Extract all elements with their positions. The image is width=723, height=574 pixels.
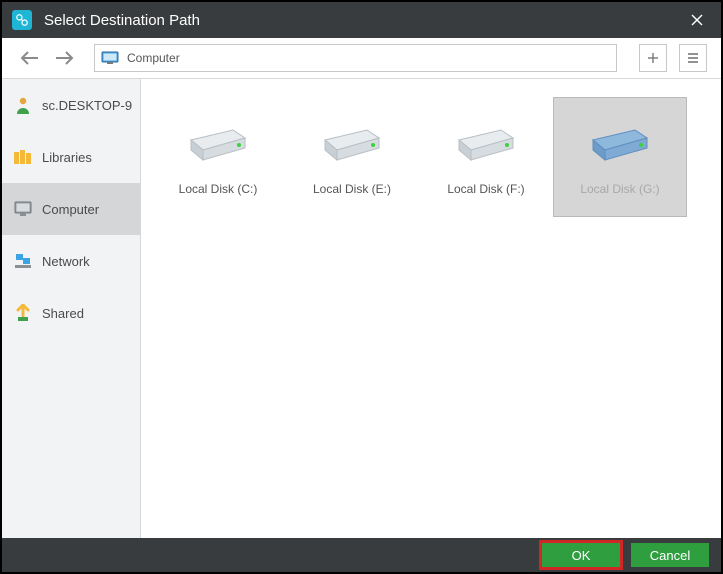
dialog-window: Select Destination Path Computer: [0, 0, 723, 574]
toolbar: Computer: [2, 38, 721, 79]
libraries-icon: [14, 148, 32, 166]
network-icon: [14, 252, 32, 270]
disk-label: Local Disk (C:): [179, 182, 258, 196]
disk-label: Local Disk (E:): [313, 182, 391, 196]
view-list-button[interactable]: [679, 44, 707, 72]
sidebar-item-label: Computer: [42, 202, 99, 217]
sidebar-item-shared[interactable]: Shared: [2, 287, 140, 339]
sidebar-item-libraries[interactable]: Libraries: [2, 131, 140, 183]
back-button[interactable]: [16, 44, 44, 72]
body: sc.DESKTOP-9 Libraries Computer Network: [2, 79, 721, 538]
close-icon: [691, 14, 703, 26]
computer-icon: [14, 200, 32, 218]
cancel-button[interactable]: Cancel: [631, 543, 709, 567]
ok-highlight: OK: [539, 540, 623, 570]
ok-button[interactable]: OK: [542, 543, 620, 567]
content-area: Local Disk (C:) Local Disk (E:): [141, 79, 721, 538]
disk-item-c[interactable]: Local Disk (C:): [151, 97, 285, 217]
disk-icon: [317, 118, 387, 168]
close-button[interactable]: [675, 2, 719, 38]
disk-label: Local Disk (G:): [580, 182, 659, 196]
arrow-left-icon: [20, 50, 40, 66]
shared-icon: [14, 304, 32, 322]
sidebar-item-label: Network: [42, 254, 90, 269]
disk-icon: [585, 118, 655, 168]
sidebar-item-label: sc.DESKTOP-9: [42, 98, 132, 113]
disk-item-f[interactable]: Local Disk (F:): [419, 97, 553, 217]
sidebar-item-desktop[interactable]: sc.DESKTOP-9: [2, 79, 140, 131]
disk-icon: [183, 118, 253, 168]
path-text: Computer: [127, 51, 180, 65]
sidebar-item-computer[interactable]: Computer: [2, 183, 140, 235]
dialog-title: Select Destination Path: [44, 12, 675, 29]
app-icon: [12, 10, 32, 30]
disk-icon: [451, 118, 521, 168]
user-icon: [14, 96, 32, 114]
new-folder-button[interactable]: [639, 44, 667, 72]
disk-label: Local Disk (F:): [447, 182, 524, 196]
computer-icon: [101, 51, 119, 65]
sidebar: sc.DESKTOP-9 Libraries Computer Network: [2, 79, 141, 538]
disk-item-g[interactable]: Local Disk (G:): [553, 97, 687, 217]
sidebar-item-label: Libraries: [42, 150, 92, 165]
disk-grid: Local Disk (C:) Local Disk (E:): [151, 97, 711, 217]
titlebar: Select Destination Path: [2, 2, 721, 38]
sidebar-item-label: Shared: [42, 306, 84, 321]
path-input[interactable]: Computer: [94, 44, 617, 72]
footer: OK Cancel: [2, 538, 721, 572]
arrow-right-icon: [54, 50, 74, 66]
plus-icon: [646, 51, 660, 65]
sidebar-item-network[interactable]: Network: [2, 235, 140, 287]
forward-button[interactable]: [50, 44, 78, 72]
disk-item-e[interactable]: Local Disk (E:): [285, 97, 419, 217]
list-icon: [686, 51, 700, 65]
